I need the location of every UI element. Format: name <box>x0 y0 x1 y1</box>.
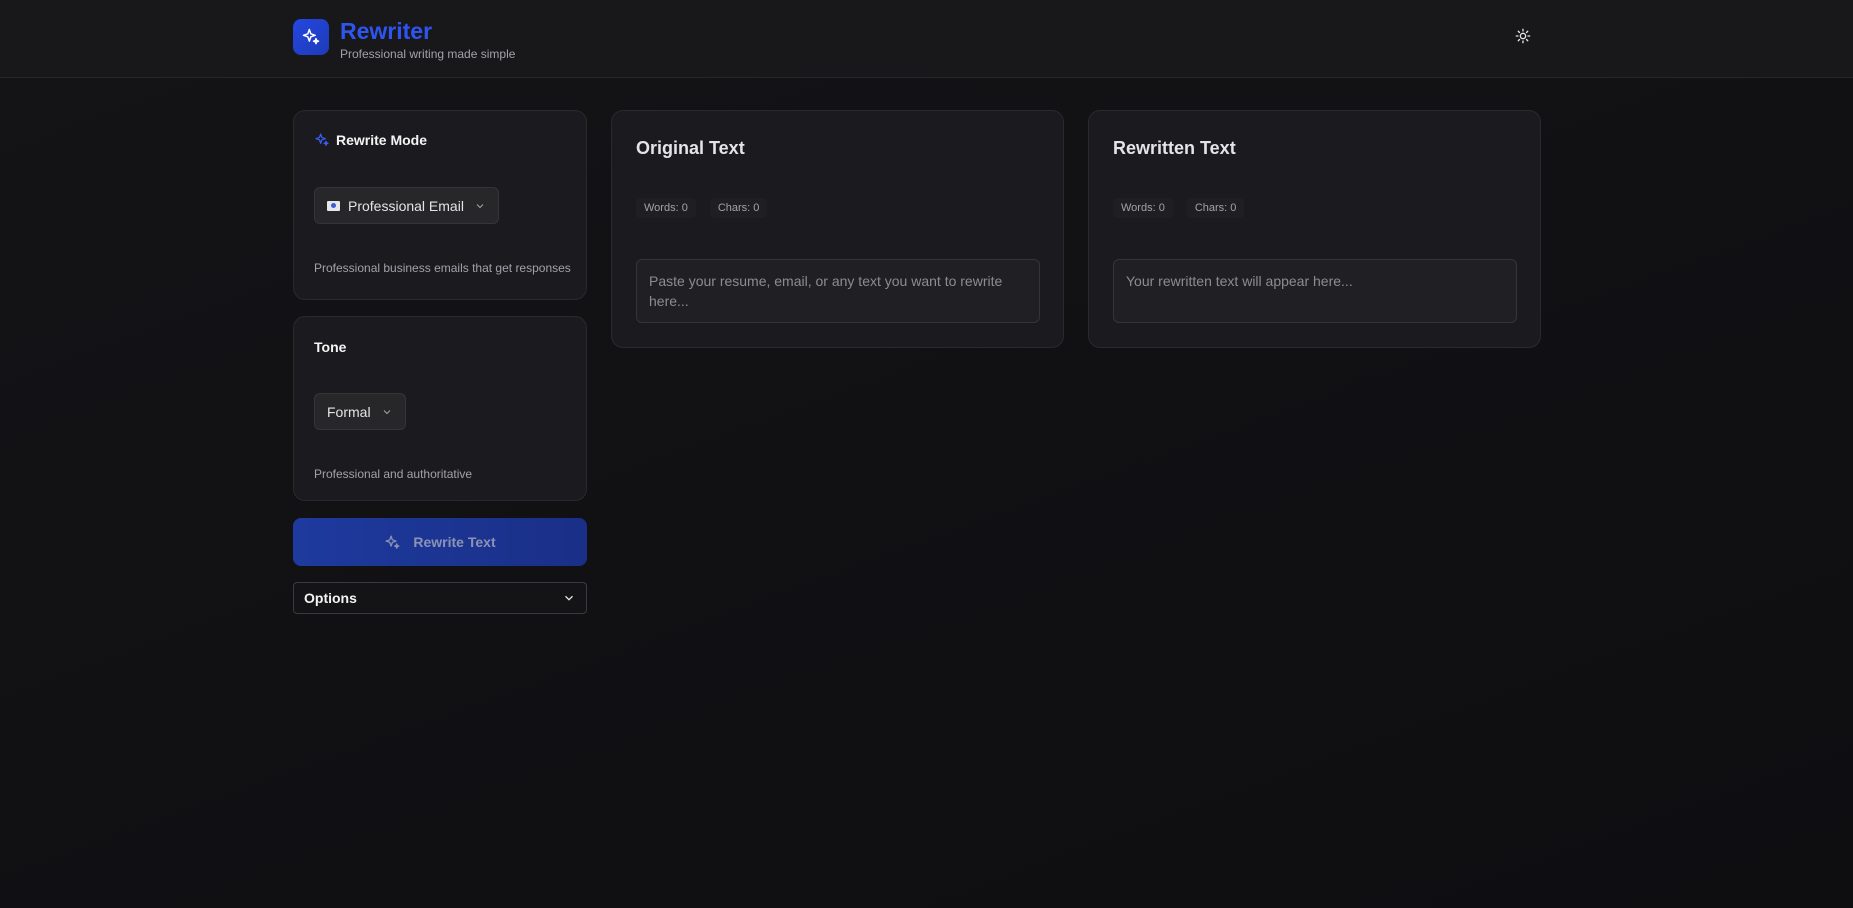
original-text-stats: Words: 0 Chars: 0 <box>636 198 781 218</box>
rewritten-text-title: Rewritten Text <box>1113 138 1236 158</box>
chevron-down-icon <box>474 200 486 212</box>
tone-title: Tone <box>314 339 347 355</box>
rewritten-text-stats: Words: 0 Chars: 0 <box>1113 198 1258 218</box>
rewritten-text-panel: Rewritten Text Words: 0 Chars: 0 <box>1088 110 1541 348</box>
app-root: Rewriter Professional writing made simpl… <box>0 0 1853 908</box>
rewrite-mode-value: Professional Email <box>348 197 464 214</box>
app-header: Rewriter Professional writing made simpl… <box>0 0 1853 78</box>
rewrite-mode-description: Professional business emails that get re… <box>314 261 571 275</box>
app-subtitle: Professional writing made simple <box>340 47 516 61</box>
mode-flag-icon <box>327 200 340 211</box>
rewrite-text-label: Rewrite Text <box>413 534 496 550</box>
options-label: Options <box>304 590 357 606</box>
rewrite-text-button[interactable]: Rewrite Text <box>293 518 587 566</box>
sparkles-icon <box>384 534 413 551</box>
options-toggle[interactable]: Options <box>293 582 587 614</box>
original-text-panel: Original Text Words: 0 Chars: 0 <box>611 110 1064 348</box>
original-text-title: Original Text <box>636 138 745 158</box>
tone-description: Professional and authoritative <box>314 467 473 481</box>
word-count-badge: Words: 0 <box>1113 198 1173 218</box>
sun-icon <box>1515 28 1531 49</box>
tone-select[interactable]: Formal <box>314 393 406 430</box>
chevron-down-icon <box>381 406 393 418</box>
original-text-input[interactable] <box>636 259 1040 323</box>
theme-toggle-button[interactable] <box>1512 27 1534 49</box>
word-count-badge: Words: 0 <box>636 198 696 218</box>
sparkles-icon <box>293 19 329 55</box>
char-count-badge: Chars: 0 <box>709 198 768 218</box>
app-title: Rewriter <box>340 18 433 44</box>
brand[interactable]: Rewriter Professional writing made simpl… <box>293 19 515 61</box>
sparkles-icon <box>314 132 330 148</box>
rewrite-mode-select[interactable]: Professional Email <box>314 187 499 224</box>
rewritten-text-output[interactable] <box>1113 259 1517 323</box>
rewrite-mode-card: Rewrite Mode Professional Email Professi… <box>293 110 587 300</box>
tone-value: Formal <box>327 403 371 420</box>
chevron-down-icon <box>562 591 576 605</box>
tone-card: Tone Formal Professional and authoritati… <box>293 316 587 501</box>
char-count-badge: Chars: 0 <box>1186 198 1245 218</box>
rewrite-mode-title: Rewrite Mode <box>336 132 428 148</box>
